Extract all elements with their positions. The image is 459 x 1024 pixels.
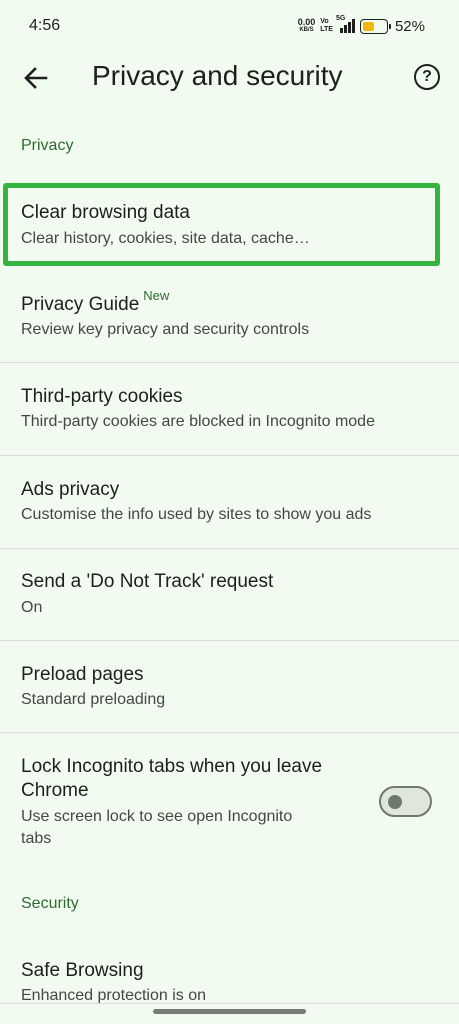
- setting-subtitle-line2: tabs: [21, 830, 52, 847]
- network-speed-unit: KB/S: [299, 27, 314, 33]
- setting-third-party-cookies[interactable]: Third-party cookies Third-party cookies …: [0, 363, 459, 455]
- setting-subtitle: On: [21, 599, 43, 616]
- page-title: Privacy and security: [92, 60, 343, 91]
- setting-ads-privacy[interactable]: Ads privacy Customise the info used by s…: [0, 456, 459, 548]
- status-bar: 4:56 0.00 KB/S Vo LTE 5G 52%: [0, 0, 459, 52]
- section-header-security: Security: [21, 895, 79, 912]
- setting-title: Send a 'Do Not Track' request: [21, 571, 274, 592]
- new-badge: New: [143, 288, 170, 303]
- battery-icon: [359, 18, 391, 34]
- setting-title-line2: Chrome: [21, 780, 89, 801]
- battery-fill: [362, 21, 375, 31]
- setting-title-text: Privacy Guide: [21, 294, 140, 315]
- setting-title: Ads privacy: [21, 479, 120, 500]
- volte-icon: Vo LTE: [320, 18, 333, 34]
- setting-privacy-guide[interactable]: Privacy Guide New Review key privacy and …: [0, 272, 459, 362]
- section-header-privacy: Privacy: [21, 137, 74, 154]
- toggle-knob: [388, 795, 402, 809]
- lock-incognito-toggle[interactable]: [379, 786, 432, 817]
- setting-subtitle: Third-party cookies are blocked in Incog…: [21, 413, 375, 430]
- setting-subtitle: Standard preloading: [21, 691, 166, 708]
- divider: [0, 1003, 459, 1004]
- volte-bottom: LTE: [320, 26, 333, 33]
- help-button[interactable]: ?: [414, 64, 440, 90]
- network-speed-value: 0.00: [297, 17, 316, 27]
- volte-top: Vo: [320, 18, 329, 25]
- back-button[interactable]: [22, 64, 50, 92]
- network-speed: 0.00 KB/S: [298, 18, 316, 34]
- network-type: 5G: [335, 15, 346, 22]
- setting-title: Privacy Guide New: [21, 288, 169, 316]
- setting-do-not-track[interactable]: Send a 'Do Not Track' request On: [0, 549, 459, 640]
- status-icons: 0.00 KB/S Vo LTE 5G 52%: [298, 15, 425, 37]
- app-bar: Privacy and security ?: [0, 52, 459, 104]
- setting-subtitle: Review key privacy and security controls: [21, 321, 310, 338]
- battery-percent: 52%: [394, 17, 425, 35]
- setting-subtitle: Customise the info used by sites to show…: [21, 506, 372, 523]
- setting-title: Safe Browsing: [21, 960, 144, 981]
- setting-title: Third-party cookies: [21, 386, 183, 407]
- highlight-box: [3, 183, 440, 266]
- setting-title: Preload pages: [21, 664, 144, 685]
- signal-icon: 5G: [336, 15, 355, 33]
- setting-title-line1: Lock Incognito tabs when you leave: [21, 756, 323, 777]
- status-time: 4:56: [29, 17, 61, 34]
- arrow-left-icon: [24, 67, 48, 89]
- setting-preload-pages[interactable]: Preload pages Standard preloading: [0, 641, 459, 732]
- setting-safe-browsing[interactable]: Safe Browsing Enhanced protection is on: [0, 938, 459, 1008]
- setting-subtitle-line1: Use screen lock to see open Incognito: [21, 808, 293, 825]
- home-indicator[interactable]: [153, 1009, 306, 1014]
- help-circle-icon: ?: [422, 68, 432, 85]
